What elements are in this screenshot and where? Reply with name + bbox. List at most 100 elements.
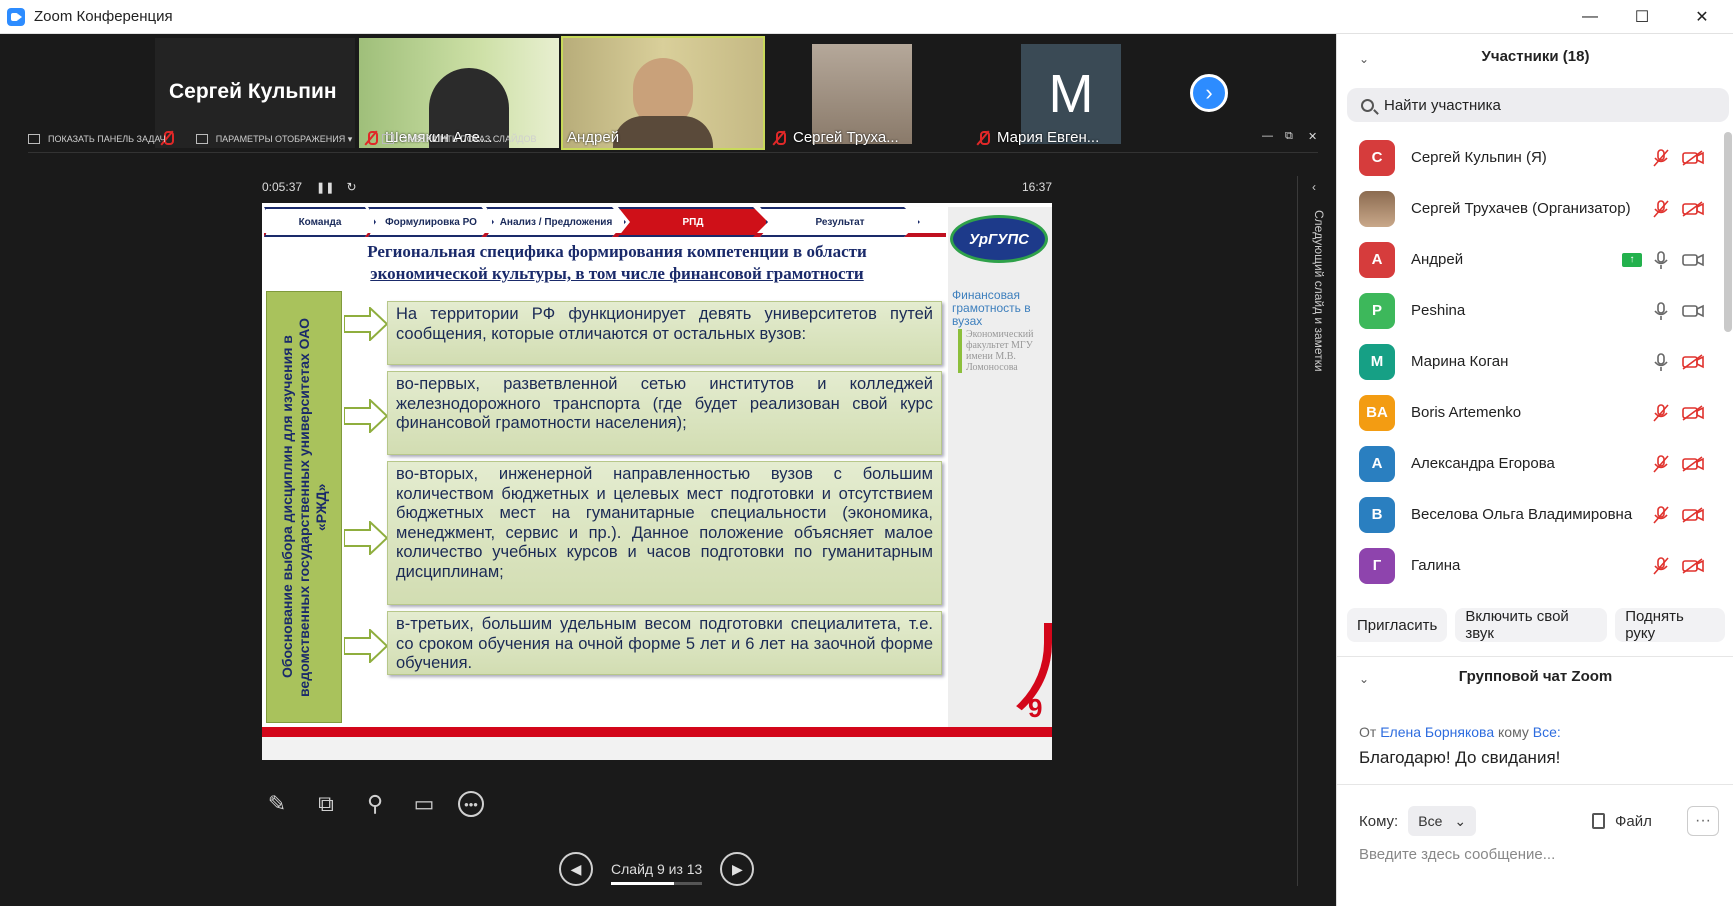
end-slideshow-icon <box>382 134 395 144</box>
zoom-magnifier-icon[interactable]: ⚲ <box>360 789 390 819</box>
mic-muted-icon[interactable] <box>1652 199 1670 219</box>
chat-sender[interactable]: Елена Борнякова <box>1380 724 1494 740</box>
avatar: BA <box>1359 394 1395 431</box>
step-chevron-active: РПД <box>618 207 768 237</box>
slide-navigation: ◀ Слайд 9 из 13 ▶ <box>559 852 755 886</box>
avatar: М <box>1359 343 1395 380</box>
avatar: В <box>1359 496 1395 533</box>
participant-list-scrollbar[interactable] <box>1724 132 1732 332</box>
participant-row[interactable]: А Александра Егорова <box>1337 438 1733 489</box>
presenter-timer: 0:05:37 ❚❚ ↻ <box>262 180 357 194</box>
arrow-right-icon <box>344 307 388 341</box>
recipient-select[interactable]: Все ⌄ <box>1408 806 1477 836</box>
previous-slide-button[interactable]: ◀ <box>559 852 593 886</box>
slide-number: 9 <box>1028 693 1043 723</box>
video-off-icon[interactable] <box>1682 455 1704 472</box>
slide-title: Региональная специфика формирования комп… <box>367 242 867 283</box>
step-chevron: Команда <box>264 207 376 237</box>
elapsed-time: 0:05:37 <box>262 180 303 194</box>
next-videos-button[interactable]: › <box>1190 74 1228 112</box>
more-options-icon[interactable]: ••• <box>458 791 484 817</box>
search-icon <box>1361 98 1374 112</box>
step-chevron: Формулировка РО <box>368 207 494 237</box>
chat-more-button[interactable]: ··· <box>1687 806 1719 836</box>
avatar <box>1359 190 1395 227</box>
slideshow-minimize-button[interactable]: — <box>1262 130 1273 142</box>
next-slide-notes-label[interactable]: Следующий слайд и заметки <box>1312 210 1326 372</box>
taskbar-icon <box>28 134 40 144</box>
minimize-button[interactable]: — <box>1564 0 1616 34</box>
chat-recipient[interactable]: Все: <box>1533 724 1561 740</box>
slideshow-close-button[interactable]: ✕ <box>1308 130 1317 143</box>
reset-timer-icon[interactable]: ↻ <box>346 180 356 194</box>
participant-row[interactable]: BA Boris Artemenko <box>1337 387 1733 438</box>
video-off-icon[interactable] <box>1682 353 1704 370</box>
show-taskbar-button[interactable]: ПОКАЗАТЬ ПАНЕЛЬ ЗАДАЧ <box>28 134 166 144</box>
mic-muted-icon <box>975 130 991 146</box>
slideshow-toolbar: ПОКАЗАТЬ ПАНЕЛЬ ЗАДАЧ ПАРАМЕТРЫ ОТОБРАЖЕ… <box>28 130 567 148</box>
video-tile-active-speaker[interactable]: Андрей <box>561 36 765 150</box>
participant-actions: Пригласить Включить свой звук Поднять ру… <box>1347 608 1733 642</box>
raise-hand-button[interactable]: Поднять руку <box>1615 608 1725 642</box>
mic-muted-icon[interactable] <box>1652 556 1670 576</box>
close-button[interactable]: ✕ <box>1676 0 1728 34</box>
next-slide-button[interactable]: ▶ <box>720 852 755 886</box>
display-settings-button[interactable]: ПАРАМЕТРЫ ОТОБРАЖЕНИЯ ▾ <box>195 134 352 145</box>
mic-muted-icon[interactable] <box>1652 454 1670 474</box>
video-off-icon[interactable] <box>1682 404 1704 421</box>
slide-grid-icon[interactable]: ⧉ <box>311 789 341 819</box>
participant-row[interactable]: А Андрей ↑ <box>1337 234 1733 285</box>
chevron-down-icon: ⌄ <box>1454 812 1467 829</box>
mic-icon[interactable] <box>1652 301 1670 321</box>
avatar: Г <box>1359 547 1395 584</box>
avatar: А <box>1359 241 1395 278</box>
participant-row[interactable]: В Веселова Ольга Владимировна <box>1337 489 1733 540</box>
chat-message: Благодарю! До свидания! <box>1359 748 1561 767</box>
pause-icon[interactable]: ❚❚ <box>316 181 334 194</box>
participant-row[interactable]: С Сергей Кульпин (Я) <box>1337 132 1733 183</box>
participant-search-input[interactable]: Найти участника <box>1347 88 1729 122</box>
chat-message-input[interactable]: Введите здесь сообщение... <box>1359 846 1555 863</box>
slide-text-box: На территории РФ функционирует девять ун… <box>387 301 942 365</box>
video-off-icon[interactable] <box>1682 200 1704 217</box>
presenter-screen-icon[interactable]: ▭ <box>409 789 439 819</box>
mic-muted-icon[interactable] <box>1652 148 1670 168</box>
mic-icon[interactable] <box>1652 352 1670 372</box>
unmute-self-button[interactable]: Включить свой звук <box>1455 608 1608 642</box>
maximize-button[interactable]: ☐ <box>1616 0 1668 34</box>
video-off-icon[interactable] <box>1682 557 1704 574</box>
chevron-left-icon[interactable]: ‹ <box>1312 180 1316 194</box>
chat-message-meta: От Елена Борнякова кому Все: <box>1359 724 1561 740</box>
participant-row[interactable]: P Peshina <box>1337 285 1733 336</box>
process-steps: Команда Формулировка РО Анализ / Предлож… <box>264 207 920 237</box>
slideshow-restore-button[interactable]: ⧉ <box>1285 130 1293 143</box>
video-icon[interactable] <box>1682 252 1704 268</box>
msu-econ-logo: Экономический факультет МГУ имени М.В. Л… <box>958 329 1052 373</box>
file-button[interactable]: Файл <box>1592 806 1652 836</box>
participant-row[interactable]: Г Галина <box>1337 540 1733 591</box>
zoom-app-icon <box>7 7 25 26</box>
video-tile[interactable]: Сергей Труха... <box>767 38 967 148</box>
mic-muted-icon[interactable] <box>1652 403 1670 423</box>
video-off-icon[interactable] <box>1682 506 1704 523</box>
avatar: С <box>1359 139 1395 176</box>
participant-row[interactable]: М Марина Коган <box>1337 336 1733 387</box>
participant-row[interactable]: Сергей Трухачев (Организатор) <box>1337 183 1733 234</box>
video-off-icon[interactable] <box>1682 149 1704 166</box>
mic-muted-icon[interactable] <box>1652 505 1670 525</box>
current-time: 16:37 <box>1022 180 1053 194</box>
title-bar: Zoom Конференция — ☐ ✕ <box>0 0 1733 34</box>
participants-title: Участники (18) <box>1481 48 1590 65</box>
window-title: Zoom Конференция <box>34 8 173 25</box>
invite-button[interactable]: Пригласить <box>1347 608 1448 642</box>
participant-list: С Сергей Кульпин (Я) Сергей Трухачев (Ор… <box>1337 132 1733 591</box>
slide-text-box: во-вторых, инженерной направленностью ву… <box>387 461 942 605</box>
annotation-tools: ✎ ⧉ ⚲ ▭ ••• <box>262 789 503 819</box>
step-chevron: Результат <box>760 207 920 237</box>
end-slideshow-button[interactable]: ЗАВЕРШИТЬ ПОКАЗ СЛАЙДОВ <box>382 134 537 144</box>
slide-text-box: во-первых, разветвленной сетью институто… <box>387 371 942 455</box>
mic-icon[interactable] <box>1652 250 1670 270</box>
video-icon[interactable] <box>1682 303 1704 319</box>
video-tile[interactable]: М Мария Евген... <box>971 38 1171 148</box>
pen-icon[interactable]: ✎ <box>262 789 292 819</box>
